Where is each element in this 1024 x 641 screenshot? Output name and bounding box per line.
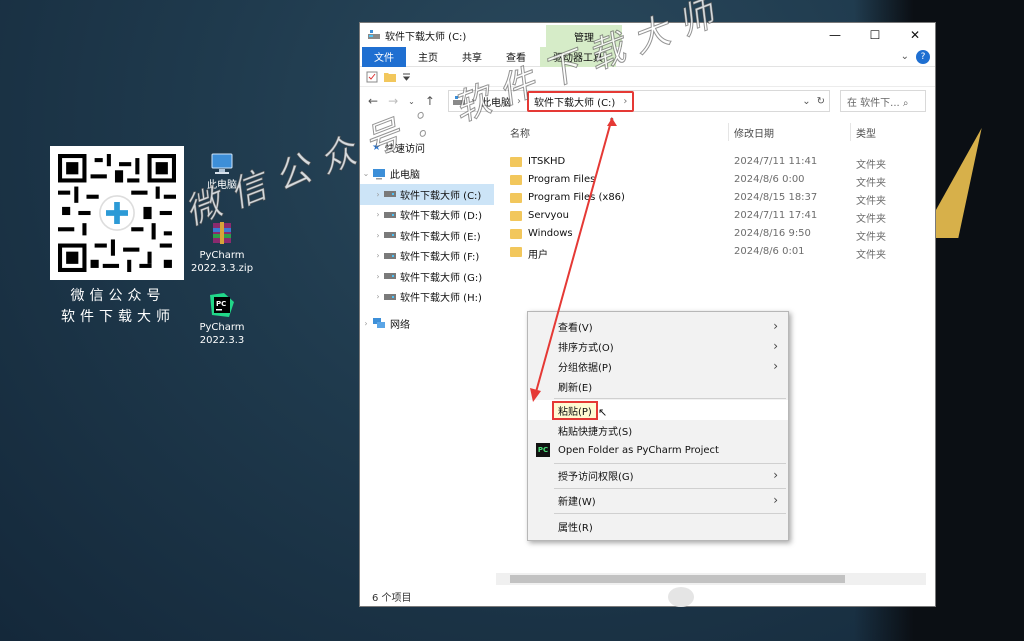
wechat-icon	[668, 587, 694, 607]
annotation-arrow-tail-icon	[607, 118, 617, 126]
annotation-arrow-head-icon	[530, 388, 541, 402]
watermark-footer-text: 公众号 · 软件下载大师	[702, 588, 906, 609]
watermark-footer: 公众号 · 软件下载大师	[668, 584, 905, 610]
annotation-arrow-line	[535, 117, 613, 393]
